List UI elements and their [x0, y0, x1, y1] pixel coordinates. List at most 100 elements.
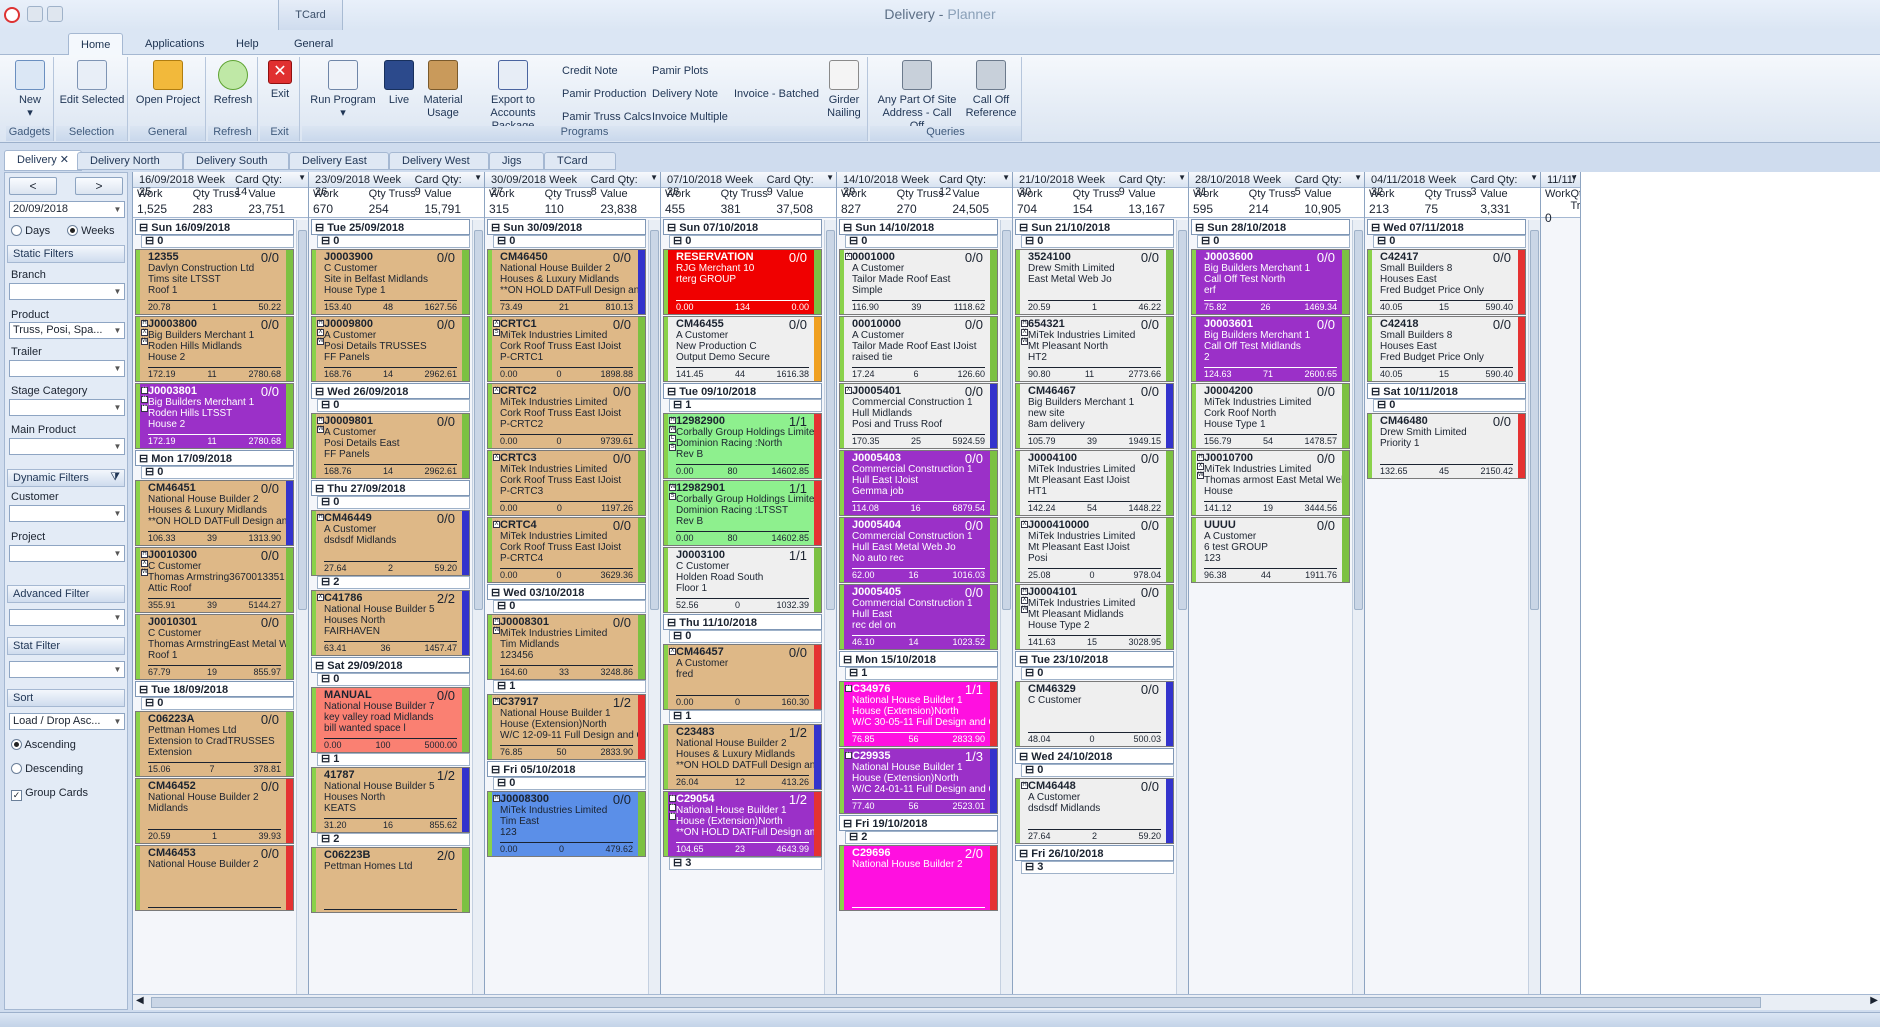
job-card[interactable]: X C41786 2/2 National House Builder 5 Houses…	[311, 590, 470, 656]
scroll-thumb[interactable]	[1002, 230, 1011, 610]
customer-select[interactable]: ▼	[9, 505, 125, 522]
chevron-down-icon[interactable]: ▼	[650, 173, 658, 182]
job-card[interactable]: H X W C29054 1/2 National House Builder 1 Hous…	[663, 791, 822, 857]
vertical-scrollbar[interactable]	[1000, 220, 1012, 994]
vertical-scrollbar[interactable]	[1528, 220, 1540, 994]
vertical-scrollbar[interactable]	[1352, 220, 1364, 994]
group-header[interactable]: ⊟ 0	[1197, 235, 1350, 248]
day-header[interactable]: ⊟ Tue 09/10/2018	[663, 383, 822, 399]
any-part-address-button[interactable]: Any Part Of Site Address - Call Off	[874, 60, 960, 133]
stage-category-select[interactable]: ▼	[9, 399, 125, 416]
job-card[interactable]: X CRTC4 0/0 MiTek Industries Limited Cork Ro…	[487, 517, 646, 583]
job-card[interactable]: CM46455 0/0 A Customer New Production C Outp…	[663, 316, 822, 382]
job-card[interactable]: 3524100 0/0 Drew Smith Limited East Metal …	[1015, 249, 1174, 315]
job-card[interactable]: H CM46449 0/0 A Customer dsdsdf Midlands 27.6…	[311, 510, 470, 576]
day-header[interactable]: ⊟ Sun 07/10/2018	[663, 219, 822, 235]
group-header[interactable]: ⊟ 1	[669, 399, 822, 412]
project-select[interactable]: ▼	[9, 545, 125, 562]
job-card[interactable]: MANUAL 0/0 National House Builder 7 key val…	[311, 687, 470, 753]
job-card[interactable]: C06223A 0/0 Pettman Homes Ltd Extension to …	[135, 711, 294, 777]
job-card[interactable]: X J000410000 0/0 MiTek Industries Limited Mt…	[1015, 517, 1174, 583]
scroll-thumb[interactable]	[1354, 230, 1363, 610]
chevron-down-icon[interactable]: ▼	[112, 401, 123, 414]
job-card[interactable]: J0004200 0/0 MiTek Industries Limited Cork …	[1191, 383, 1350, 449]
day-header[interactable]: ⊟ Fri 05/10/2018	[487, 761, 646, 777]
weeks-radio[interactable]: Weeks	[67, 225, 114, 237]
pamir-plots-link[interactable]: Pamir Plots	[652, 65, 708, 77]
advanced-filter-header[interactable]: Advanced Filter	[7, 585, 125, 603]
scroll-thumb[interactable]	[1178, 230, 1187, 610]
branch-select[interactable]: ▼	[9, 283, 125, 300]
week-header[interactable]: 07/10/2018 Week 28 Card Qty: 9 ▼	[661, 172, 836, 198]
job-card[interactable]: X S CRTC1 0/0 MiTek Industries Limited Cork R…	[487, 316, 646, 382]
day-header[interactable]: ⊟ Sat 10/11/2018	[1367, 383, 1526, 399]
day-header[interactable]: ⊟ Sat 29/09/2018	[311, 657, 470, 673]
trailer-select[interactable]: ▼	[9, 360, 125, 377]
job-card[interactable]: C23483 1/2 National House Builder 2 Houses …	[663, 724, 822, 790]
day-header[interactable]: ⊟ Wed 24/10/2018	[1015, 748, 1174, 764]
vertical-scrollbar[interactable]	[472, 220, 484, 994]
job-card[interactable]: X 0001000 0/0 A Customer Tailor Made Roof Ea…	[839, 249, 998, 315]
chevron-down-icon[interactable]: ▼	[826, 173, 834, 182]
scroll-right-icon[interactable]: ▶	[1870, 995, 1878, 1006]
girder-nailing-button[interactable]: Girder Nailing	[822, 60, 866, 120]
week-header[interactable]: 16/09/2018 Week 25 Card Qty: 14 ▼	[133, 172, 308, 198]
doc-tab-jigs[interactable]: Jigs	[489, 152, 544, 170]
job-card[interactable]: H W L S 12982900 1/1 Corbally Group Holdings L…	[663, 413, 822, 479]
ascending-radio[interactable]: Ascending	[11, 739, 76, 751]
day-header[interactable]: ⊟ Tue 23/10/2018	[1015, 651, 1174, 667]
tab-general[interactable]: General	[282, 33, 345, 55]
job-card[interactable]: X CM46457 0/0 A Customer fred 0.00 0 160.30	[663, 644, 822, 710]
scroll-thumb[interactable]	[151, 997, 1761, 1008]
job-card[interactable]: H X W J0004101 0/0 MiTek Industries Limited Mt…	[1015, 584, 1174, 650]
job-card[interactable]: CM46329 0/0 C Customer 48.04 0 500.03	[1015, 681, 1174, 747]
refresh-button[interactable]: Refresh	[210, 60, 256, 107]
chevron-down-icon[interactable]: ▼	[112, 715, 123, 728]
doc-tab-delivery-north[interactable]: Delivery North	[77, 152, 183, 170]
group-header[interactable]: ⊟ 2	[845, 831, 998, 844]
day-header[interactable]: ⊟ Fri 19/10/2018	[839, 815, 998, 831]
job-card[interactable]: C06223B 2/0 Pettman Homes Ltd	[311, 847, 470, 913]
job-card[interactable]: CM46450 0/0 National House Builder 2 Houses…	[487, 249, 646, 315]
dynamic-filters-header[interactable]: Dynamic Filters ⧩	[7, 469, 125, 487]
job-card[interactable]: H C34976 1/1 National House Builder 1 House …	[839, 681, 998, 747]
clear-filter-icon[interactable]: ⧩	[110, 471, 120, 484]
group-header[interactable]: ⊟ 0	[1021, 764, 1174, 777]
day-header[interactable]: ⊟ Fri 26/10/2018	[1015, 845, 1174, 861]
tab-applications[interactable]: Applications	[133, 33, 216, 55]
day-header[interactable]: ⊟ Sun 16/09/2018	[135, 219, 294, 235]
job-card[interactable]: CM46453 0/0 National House Builder 2	[135, 845, 294, 911]
live-button[interactable]: Live	[382, 60, 416, 107]
tab-help[interactable]: Help	[224, 33, 271, 55]
week-header[interactable]: 30/09/2018 Week 27 Card Qty: 8 ▼	[485, 172, 660, 198]
job-card[interactable]: H X W J0009800 0/0 A Customer Posi Details TRU…	[311, 316, 470, 382]
group-header[interactable]: ⊟ 0	[669, 630, 822, 643]
chevron-down-icon[interactable]: ▼	[112, 507, 123, 520]
group-header[interactable]: ⊟ 0	[1021, 235, 1174, 248]
job-card[interactable]: J0003600 0/0 Big Builders Merchant 1 Call O…	[1191, 249, 1350, 315]
chevron-down-icon[interactable]: ▼	[112, 362, 123, 375]
pamir-truss-calcs-link[interactable]: Pamir Truss Calcs	[562, 111, 651, 123]
chevron-down-icon[interactable]: ▼	[112, 440, 123, 453]
scroll-thumb[interactable]	[298, 230, 307, 610]
day-header[interactable]: ⊟ Thu 27/09/2018	[311, 480, 470, 496]
chevron-down-icon[interactable]: ▼	[1002, 173, 1010, 182]
job-card[interactable]: J0005404 0/0 Commercial Construction 1 Hull…	[839, 517, 998, 583]
job-card[interactable]: H J0008300 0/0 MiTek Industries Limited Tim …	[487, 791, 646, 857]
group-header[interactable]: ⊟ 0	[1373, 399, 1526, 412]
delivery-note-link[interactable]: Delivery Note	[652, 88, 718, 100]
job-card[interactable]: J0005405 0/0 Commercial Construction 1 Hull…	[839, 584, 998, 650]
chevron-down-icon[interactable]: ▼	[1570, 173, 1578, 182]
invoice-batched-link[interactable]: Invoice - Batched	[734, 88, 819, 100]
scroll-thumb[interactable]	[474, 230, 483, 610]
day-header[interactable]: ⊟ Sun 28/10/2018	[1191, 219, 1350, 235]
chevron-down-icon[interactable]: ▼	[112, 663, 123, 676]
job-card[interactable]: J0003601 0/0 Big Builders Merchant 1 Call O…	[1191, 316, 1350, 382]
group-header[interactable]: ⊟ 0	[669, 235, 822, 248]
material-usage-button[interactable]: Material Usage	[420, 60, 466, 120]
job-card[interactable]: J0004100 0/0 MiTek Industries Limited Mt Pl…	[1015, 450, 1174, 516]
job-card[interactable]: J0005403 0/0 Commercial Construction 1 Hull…	[839, 450, 998, 516]
group-header[interactable]: ⊟ 0	[1373, 235, 1526, 248]
call-off-reference-button[interactable]: Call Off Reference	[962, 60, 1020, 120]
chevron-down-icon[interactable]: ▼	[1178, 173, 1186, 182]
